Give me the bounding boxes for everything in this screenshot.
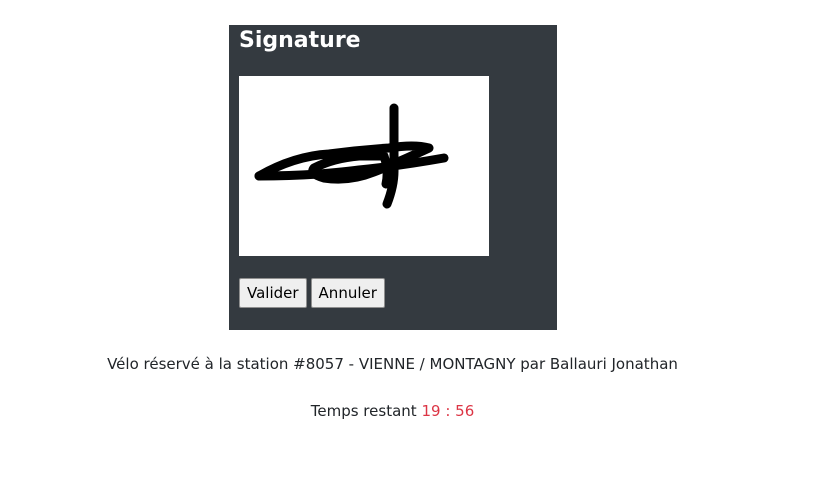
button-row: Valider Annuler	[239, 278, 385, 308]
validate-button[interactable]: Valider	[239, 278, 307, 308]
panel-title: Signature	[239, 28, 361, 53]
signature-canvas[interactable]	[239, 76, 489, 256]
signature-panel: Signature Valider Annuler	[229, 25, 557, 330]
timer-minutes: 19	[421, 402, 441, 420]
reservation-info: Vélo réservé à la station #8057 - VIENNE…	[107, 355, 678, 373]
signature-drawing	[254, 103, 449, 209]
timer-separator: :	[445, 402, 451, 420]
timer-seconds: 56	[455, 402, 475, 420]
timer-line: Temps restant 19 : 56	[0, 401, 785, 421]
page: Signature Valider Annuler Vélo réservé à…	[0, 0, 822, 480]
timer-label: Temps restant	[310, 402, 417, 420]
cancel-button[interactable]: Annuler	[310, 278, 385, 308]
